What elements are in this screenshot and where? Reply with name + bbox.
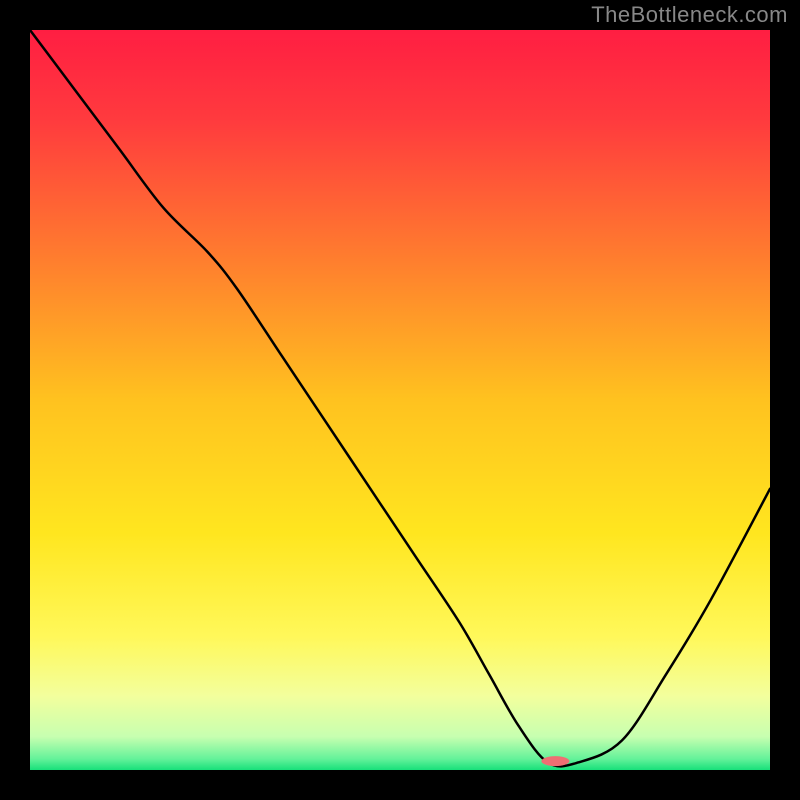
gradient-background: [30, 30, 770, 770]
watermark-text: TheBottleneck.com: [591, 2, 788, 28]
optimal-marker: [541, 756, 569, 766]
chart-frame: TheBottleneck.com: [0, 0, 800, 800]
bottleneck-chart: [30, 30, 770, 770]
plot-area: [30, 30, 770, 770]
